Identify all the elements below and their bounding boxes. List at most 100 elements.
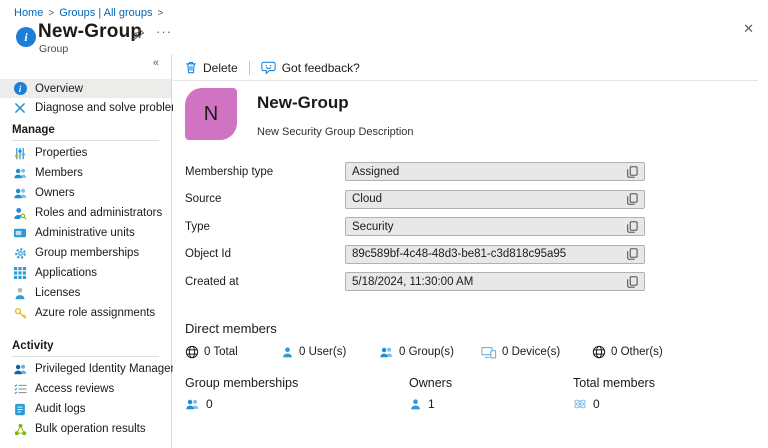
breadcrumb: Home > Groups | All groups > <box>14 7 163 19</box>
admin-unit-icon <box>12 227 28 239</box>
pin-icon[interactable] <box>132 28 145 41</box>
sidebar-item-licenses[interactable]: Licenses <box>0 283 171 303</box>
summary-titles: Group memberships Owners Total members <box>185 376 756 390</box>
checklist-icon <box>12 383 28 395</box>
sidebar-item-owners[interactable]: Owners <box>0 183 171 203</box>
sidebar-item-administrative-units[interactable]: Administrative units <box>0 223 171 243</box>
globe-icon <box>592 345 606 359</box>
device-icon <box>481 346 497 359</box>
divider <box>12 356 159 357</box>
sidebar-section-activity: Activity Privileged Identity Management … <box>0 339 196 439</box>
group-icon <box>379 346 394 358</box>
owners-title: Owners <box>409 376 453 390</box>
sidebar-item-privileged-identity-management[interactable]: Privileged Identity Management <box>0 359 196 379</box>
sidebar-item-access-reviews[interactable]: Access reviews <box>0 379 171 399</box>
azure-group-overview-page: Home > Groups | All groups > i New-Group… <box>0 0 768 448</box>
stat-total: 0 Total <box>185 345 281 359</box>
field-membership-type: Membership type Assigned <box>185 162 756 181</box>
trash-icon <box>185 61 197 74</box>
close-icon[interactable]: ✕ <box>743 21 754 37</box>
sidebar-section-manage: Manage Properties Members Owners Roles a… <box>0 123 171 323</box>
stat-users: 0 User(s) <box>281 345 379 359</box>
breadcrumb-separator: > <box>48 7 55 19</box>
bulk-cluster-icon <box>12 423 28 436</box>
section-header-manage: Manage <box>12 124 55 136</box>
sidebar-item-properties[interactable]: Properties <box>0 143 171 163</box>
group-header: N New-Group New Security Group Descripti… <box>185 88 756 140</box>
people-icon <box>12 187 28 199</box>
field-created-at: Created at 5/18/2024, 11:30:00 AM <box>185 272 756 291</box>
breadcrumb-groups-link[interactable]: Groups | All groups <box>59 7 152 19</box>
membership-type-value[interactable]: Assigned <box>345 162 645 181</box>
object-id-value[interactable]: 89c589bf-4c48-48d3-be81-c3d818c95a95 <box>345 244 645 264</box>
feedback-button[interactable]: Got feedback? <box>261 61 360 75</box>
type-value[interactable]: Security <box>345 217 645 236</box>
field-object-id: Object Id 89c589bf-4c48-48d3-be81-c3d818… <box>185 244 756 264</box>
copy-icon[interactable] <box>623 193 638 205</box>
page-subtitle: Group <box>39 43 69 55</box>
sidebar-collapse-icon[interactable]: « <box>0 55 171 73</box>
source-value[interactable]: Cloud <box>345 189 645 209</box>
total-members-count: 0 <box>573 397 756 411</box>
group-description: New Security Group Description <box>257 126 414 138</box>
sidebar-item-members[interactable]: Members <box>0 163 171 183</box>
sidebar-item-group-memberships[interactable]: Group memberships <box>0 243 171 263</box>
sidebar-item-diagnose[interactable]: Diagnose and solve problems <box>0 98 187 117</box>
direct-members-stats: 0 Total 0 User(s) 0 Group(s) 0 Device(s)… <box>185 345 756 359</box>
log-document-icon <box>12 403 28 416</box>
copy-icon[interactable] <box>623 248 638 260</box>
command-bar: Delete Got feedback? <box>173 55 768 80</box>
total-members-title: Total members <box>573 376 655 390</box>
stat-groups: 0 Group(s) <box>379 345 481 359</box>
more-actions-icon[interactable]: ··· <box>156 24 172 39</box>
key-icon <box>12 307 28 320</box>
field-type: Type Security <box>185 217 756 236</box>
sidebar-item-azure-role-assignments[interactable]: Azure role assignments <box>0 303 171 323</box>
main-panel: Delete Got feedback? N New-Group New Sec… <box>173 55 768 448</box>
group-memberships-title: Group memberships <box>185 376 299 390</box>
created-at-value[interactable]: 5/18/2024, 11:30:00 AM <box>345 272 645 291</box>
section-header-activity: Activity <box>12 340 54 352</box>
user-icon <box>281 346 294 359</box>
field-source: Source Cloud <box>185 189 756 209</box>
owners-count: 1 <box>409 397 573 411</box>
globe-icon <box>185 345 199 359</box>
stat-others: 0 Other(s) <box>592 345 756 359</box>
divider <box>248 60 250 75</box>
sidebar-item-roles-administrators[interactable]: Roles and administrators <box>0 203 171 223</box>
people-icon <box>12 363 28 375</box>
divider <box>173 80 758 81</box>
group-name: New-Group <box>257 93 349 112</box>
page-title: New-Group <box>38 21 143 42</box>
person-key-icon <box>12 207 28 220</box>
breadcrumb-home-link[interactable]: Home <box>14 7 43 19</box>
sidebar-item-applications[interactable]: Applications <box>0 263 171 283</box>
sidebar-nav: i Overview Diagnose and solve problems M… <box>0 79 196 439</box>
license-person-icon <box>12 287 28 300</box>
stat-devices: 0 Device(s) <box>481 345 592 359</box>
sliders-icon <box>12 147 28 160</box>
copy-icon[interactable] <box>623 220 638 233</box>
copy-icon[interactable] <box>623 275 638 288</box>
info-icon: i <box>12 82 28 95</box>
group-info-icon: i <box>16 27 36 47</box>
gear-icon <box>12 247 28 260</box>
group-properties: Membership type Assigned Source Cloud Ty… <box>185 162 756 291</box>
user-icon <box>409 398 422 411</box>
sidebar: « i Overview Diagnose and solve problems… <box>0 55 196 448</box>
sidebar-item-overview[interactable]: i Overview <box>0 79 171 98</box>
group-icon <box>185 398 200 410</box>
breadcrumb-separator: > <box>157 7 164 19</box>
people-icon <box>12 167 28 179</box>
group-avatar: N <box>185 88 237 140</box>
group-memberships-count: 0 <box>185 397 409 411</box>
sidebar-item-audit-logs[interactable]: Audit logs <box>0 399 171 419</box>
atom-icon <box>573 397 587 411</box>
grid-icon <box>12 267 28 279</box>
delete-button[interactable]: Delete <box>185 61 238 75</box>
divider <box>12 140 159 141</box>
sidebar-item-bulk-operation-results[interactable]: Bulk operation results <box>0 419 171 439</box>
copy-icon[interactable] <box>623 165 638 178</box>
feedback-smiley-icon <box>261 61 276 75</box>
page-header: Home > Groups | All groups > i New-Group… <box>0 0 768 55</box>
